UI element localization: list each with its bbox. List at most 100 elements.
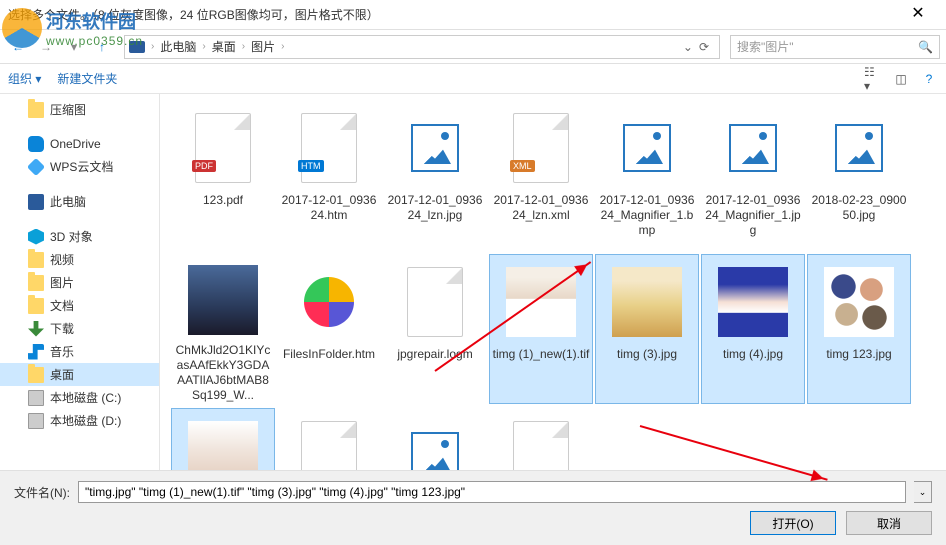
window-title: 选择多个文件。（8 位灰度图像，24 位RGB图像均可，图片格式不限）: [8, 6, 898, 23]
sidebar-item[interactable]: 本地磁盘 (C:): [0, 386, 159, 409]
sidebar-item[interactable]: 下载: [0, 317, 159, 340]
sidebar-item-label: 视频: [50, 251, 74, 268]
close-button[interactable]: ✕: [898, 1, 938, 29]
search-icon[interactable]: 🔍: [918, 40, 933, 54]
breadcrumb[interactable]: › 此电脑 › 桌面 › 图片 › ⌄⟳: [124, 35, 720, 59]
file-item[interactable]: FilesInFolder.htm: [277, 254, 381, 404]
folder-icon: [28, 367, 44, 383]
help-button[interactable]: ?: [920, 70, 938, 88]
search-input[interactable]: 搜索"图片" 🔍: [730, 35, 940, 59]
filename-input[interactable]: [78, 481, 906, 503]
sidebar-item[interactable]: 此电脑: [0, 190, 159, 213]
file-thumbnail: [712, 261, 794, 343]
refresh-icon[interactable]: ⟳: [699, 40, 709, 54]
file-thumbnail: [500, 261, 582, 343]
file-thumbnail: [288, 261, 370, 343]
file-thumbnail: [394, 415, 476, 470]
file-item[interactable]: timg (1)_new(1).tif: [489, 254, 593, 404]
file-label: timg 123.jpg: [824, 347, 893, 362]
sidebar-item-label: 本地磁盘 (C:): [50, 389, 121, 406]
file-thumbnail: HTM: [288, 107, 370, 189]
file-item[interactable]: XML2017-12-01_093624_lzn.xml: [489, 100, 593, 250]
sidebar-item[interactable]: WPS云文档: [0, 155, 159, 178]
chevron-down-icon[interactable]: ⌄: [683, 40, 693, 54]
file-item[interactable]: 证件照001.jpg: [383, 408, 487, 470]
obj-icon: [28, 229, 44, 245]
filename-dropdown[interactable]: ⌄: [914, 481, 932, 503]
file-thumbnail: [394, 261, 476, 343]
nav-forward-button[interactable]: →: [34, 35, 58, 59]
nav-back-button[interactable]: ←: [6, 35, 30, 59]
filename-label: 文件名(N):: [14, 484, 70, 501]
file-label: 2018-02-23_090050.jpg: [808, 193, 910, 223]
file-label: timg (4).jpg: [721, 347, 785, 362]
note-icon: [28, 344, 44, 360]
wps-icon: [27, 157, 45, 175]
sidebar-item[interactable]: 3D 对象: [0, 225, 159, 248]
sidebar-item[interactable]: 文档: [0, 294, 159, 317]
file-label: jpgrepair.logm: [395, 347, 474, 362]
search-placeholder: 搜索"图片": [737, 38, 794, 55]
file-item[interactable]: PDF 123.pdf: [171, 100, 275, 250]
sidebar-item[interactable]: 压缩图: [0, 98, 159, 121]
sidebar-item[interactable]: 图片: [0, 271, 159, 294]
file-label: 123.pdf: [201, 193, 245, 208]
sidebar-item[interactable]: 本地磁盘 (D:): [0, 409, 159, 432]
folder-icon: [28, 252, 44, 268]
file-item[interactable]: timg 123.jpg: [807, 254, 911, 404]
sidebar-item-label: WPS云文档: [50, 158, 113, 175]
nav-bar: ← → ▾ ↑ › 此电脑 › 桌面 › 图片 › ⌄⟳ 搜索"图片" 🔍: [0, 30, 946, 64]
down-icon: [28, 321, 44, 337]
chevron-right-icon: ›: [279, 41, 286, 52]
view-mode-button[interactable]: ☷ ▾: [864, 70, 882, 88]
file-item[interactable]: HTM2017-12-01_093624.htm: [277, 100, 381, 250]
file-item[interactable]: timg (4).jpg: [701, 254, 805, 404]
folder-icon: [28, 102, 44, 118]
nav-recent-dropdown[interactable]: ▾: [62, 35, 86, 59]
file-label: ChMkJld2O1KIYcasAAfEkkY3GDAAATIlAJ6btMAB…: [172, 343, 274, 403]
sidebar-item-label: 图片: [50, 274, 74, 291]
breadcrumb-seg-pictures[interactable]: 图片: [247, 38, 279, 55]
pc-icon: [28, 194, 44, 210]
file-item[interactable]: 证件照001.tga: [489, 408, 593, 470]
file-item[interactable]: timg.jpg: [171, 408, 275, 470]
file-item[interactable]: jpgrepair.logm: [383, 254, 487, 404]
organize-menu[interactable]: 组织 ▾: [8, 70, 41, 87]
breadcrumb-seg-pc[interactable]: 此电脑: [156, 38, 200, 55]
file-label: 2017-12-01_093624_lzn.jpg: [384, 193, 486, 223]
file-item[interactable]: 2017-12-01_093624_lzn.jpg: [383, 100, 487, 250]
preview-pane-button[interactable]: ◫: [892, 70, 910, 88]
file-thumbnail: [182, 261, 264, 339]
file-grid[interactable]: PDF123.pdfHTM2017-12-01_093624.htm2017-1…: [160, 94, 946, 470]
file-item[interactable]: timg (3).jpg: [595, 254, 699, 404]
sidebar-item-label: 文档: [50, 297, 74, 314]
title-bar: 选择多个文件。（8 位灰度图像，24 位RGB图像均可，图片格式不限） ✕: [0, 0, 946, 30]
file-label: timg (1)_new(1).tif: [491, 347, 592, 362]
file-label: FilesInFolder.htm: [281, 347, 377, 362]
new-folder-button[interactable]: 新建文件夹: [57, 70, 117, 87]
chevron-right-icon: ›: [200, 41, 207, 52]
breadcrumb-seg-desktop[interactable]: 桌面: [208, 38, 240, 55]
sidebar-item-label: OneDrive: [50, 137, 101, 151]
nav-up-button[interactable]: ↑: [90, 35, 114, 59]
sidebar-item[interactable]: 桌面: [0, 363, 159, 386]
disk-icon: [28, 413, 44, 429]
file-item[interactable]: 2017-12-01_093624_Magnifier_1.bmp: [595, 100, 699, 250]
file-thumbnail: PDF: [182, 107, 264, 189]
file-thumbnail: [606, 107, 688, 189]
file-item[interactable]: 2018-02-23_090050.jpg: [807, 100, 911, 250]
file-thumbnail: [394, 107, 476, 189]
sidebar-item[interactable]: 音乐: [0, 340, 159, 363]
cancel-button[interactable]: 取消: [846, 511, 932, 535]
file-item[interactable]: 都是.pjt: [277, 408, 381, 470]
nav-tree[interactable]: 压缩图 OneDrive WPS云文档此电脑 3D 对象视频图片文档下载音乐桌面本地磁…: [0, 94, 160, 470]
sidebar-item-label: 音乐: [50, 343, 74, 360]
file-item[interactable]: ChMkJld2O1KIYcasAAfEkkY3GDAAATIlAJ6btMAB…: [171, 254, 275, 404]
file-thumbnail: [606, 261, 688, 343]
file-item[interactable]: 2017-12-01_093624_Magnifier_1.jpg: [701, 100, 805, 250]
sidebar-item[interactable]: OneDrive: [0, 133, 159, 155]
sidebar-item[interactable]: 视频: [0, 248, 159, 271]
od-icon: [28, 136, 44, 152]
open-button[interactable]: 打开(O): [750, 511, 836, 535]
file-label: timg (3).jpg: [615, 347, 679, 362]
